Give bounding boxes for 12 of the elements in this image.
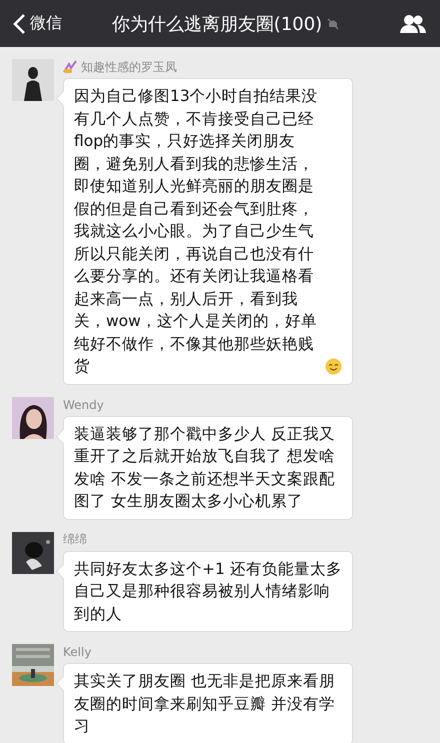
sender-name: Wendy: [63, 398, 104, 412]
message-text: 装逼装够了那个戳中多少人 反正我又重开了之后就开始放飞自我了 想发啥发啥 不发一条之前还想半天文案跟配图了 女生朋友圈太多小心机累了: [74, 424, 336, 512]
sender-name: 知趣性感的罗玉凤: [81, 58, 177, 76]
message-text: 共同好友太多这个+1 还有负能量太多自己又是那种很容易被别人情绪影响到的人: [74, 558, 342, 624]
sender-name: 绵绵: [63, 531, 87, 548]
back-icon: [12, 12, 26, 34]
group-members-icon[interactable]: [400, 14, 426, 34]
message-text: 因为自己修图13个小时自拍结果没有几个人点赞，不肯接受自己已经flop的事实，只好选择关闭朋友圈，避免别人看到我的悲惨生活，即使知道别人光鲜亮丽的朋友圈是假的但是自己看到还会气到肚疼，我就这么小心眼。为了自己少生气所以只能关闭，再说自己也没有什么要分享的。还有关闭让我逼格看起来高一点，别人后开，看到我关，wow，这个人是关闭的，好单纯好不做作，不像其他那些妖艳贱货: [74, 86, 319, 377]
back-button[interactable]: 微信: [12, 12, 62, 34]
message-text: 其实关了朋友圈 也无非是把原来看朋友圈的时间拿来刷知乎豆瓣 并没有学习: [74, 671, 336, 737]
sender-name: Kelly: [63, 645, 92, 659]
chat-title: 你为什么逃离朋友圈(100): [112, 12, 322, 36]
